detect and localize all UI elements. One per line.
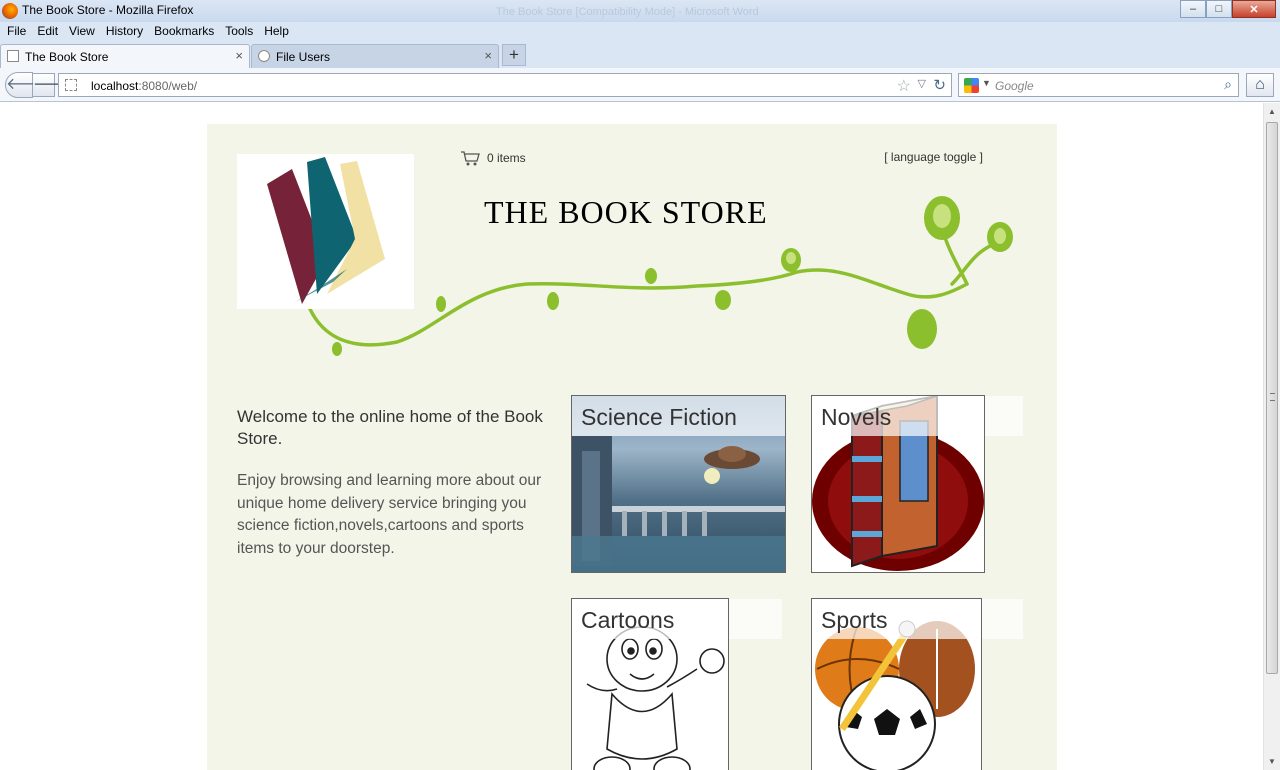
url-bar[interactable]: localhost:8080/web/ ☆ ▽ ↻ — [58, 73, 952, 97]
navigation-bar: 🡐 🡒 localhost:8080/web/ ☆ ▽ ↻ ▼ Google ⌕… — [0, 68, 1280, 102]
search-input[interactable]: Google — [995, 79, 1034, 93]
search-bar[interactable]: ▼ Google ⌕ — [958, 73, 1239, 97]
store-header: 0 items [ language toggle ] THE BOOK STO… — [207, 124, 1027, 369]
category-label: Science Fiction — [581, 404, 737, 430]
scroll-grip-icon — [1270, 393, 1275, 401]
tab-label: The Book Store — [25, 50, 109, 64]
bookmark-star-icon[interactable]: ☆ — [897, 76, 911, 96]
history-dropdown-icon[interactable]: ▽ — [918, 77, 926, 90]
vertical-scrollbar[interactable]: ▲ ▼ — [1263, 103, 1280, 770]
label-band-extension — [982, 599, 1023, 639]
back-button[interactable]: 🡐 — [5, 72, 49, 98]
firefox-icon — [2, 3, 18, 19]
minimize-button[interactable]: ‒ — [1180, 0, 1206, 18]
maximize-button[interactable]: □ — [1206, 0, 1232, 18]
url-host: localhost — [91, 79, 139, 93]
new-tab-button[interactable]: + — [502, 44, 526, 66]
page-viewport: 0 items [ language toggle ] THE BOOK STO… — [0, 103, 1263, 770]
close-window-button[interactable]: ✕ — [1232, 0, 1276, 18]
scrollbar-thumb[interactable] — [1266, 122, 1278, 674]
tab-file-users[interactable]: File Users × — [251, 44, 499, 68]
page-icon — [258, 50, 270, 62]
store-page: 0 items [ language toggle ] THE BOOK STO… — [207, 124, 1057, 770]
label-band-extension — [985, 396, 1023, 436]
url-text[interactable]: localhost:8080/web/ — [91, 79, 197, 93]
site-identity-icon[interactable] — [65, 79, 77, 91]
category-science-fiction[interactable]: Science Fiction — [571, 395, 786, 573]
menu-bar: File Edit View History Bookmarks Tools H… — [0, 22, 1280, 42]
window-title: The Book Store - Mozilla Firefox — [22, 3, 194, 17]
tab-book-store[interactable]: The Book Store × — [0, 44, 250, 68]
home-button[interactable]: ⌂ — [1246, 73, 1274, 97]
forward-button[interactable]: 🡒 — [33, 73, 73, 97]
search-engine-dropdown-icon[interactable]: ▼ — [982, 78, 991, 88]
menu-view[interactable]: View — [65, 22, 99, 42]
search-go-icon[interactable]: ⌕ — [1224, 76, 1232, 93]
menu-tools[interactable]: Tools — [221, 22, 257, 42]
category-label: Novels — [821, 404, 892, 430]
menu-file[interactable]: File — [3, 22, 30, 42]
close-tab-icon[interactable]: × — [484, 48, 492, 63]
menu-help[interactable]: Help — [260, 22, 293, 42]
google-icon[interactable] — [964, 78, 979, 93]
cart-count: 0 items — [487, 151, 526, 165]
language-toggle-link[interactable]: [ language toggle ] — [884, 150, 983, 164]
category-sports[interactable]: Sports — [811, 598, 982, 770]
scroll-down-icon[interactable]: ▼ — [1264, 753, 1280, 770]
shopping-cart-icon — [461, 151, 480, 166]
intro-text: Enjoy browsing and learning more about o… — [237, 472, 542, 557]
close-tab-icon[interactable]: × — [235, 48, 243, 63]
store-logo[interactable] — [237, 154, 414, 309]
tab-label: File Users — [276, 50, 331, 64]
category-novels[interactable]: Novels — [811, 395, 985, 573]
menu-bookmarks[interactable]: Bookmarks — [150, 22, 218, 42]
menu-edit[interactable]: Edit — [33, 22, 62, 42]
welcome-heading: Welcome to the online home of the Book S… — [237, 407, 543, 448]
category-label: Sports — [821, 607, 888, 633]
tab-strip: The Book Store × File Users × + — [0, 42, 1280, 68]
reload-icon[interactable]: ↻ — [933, 76, 946, 94]
page-icon — [7, 50, 19, 62]
scroll-up-icon[interactable]: ▲ — [1264, 103, 1280, 120]
menu-history[interactable]: History — [102, 22, 147, 42]
category-label: Cartoons — [581, 607, 675, 633]
book-logo-icon — [267, 157, 385, 304]
background-window-title: The Book Store [Compatibility Mode] - Mi… — [496, 6, 759, 18]
url-path: :8080/web/ — [138, 79, 198, 93]
label-band-extension — [729, 599, 782, 639]
category-cartoons[interactable]: Cartoons — [571, 598, 729, 770]
cart-summary[interactable]: 0 items — [460, 150, 526, 166]
store-title: THE BOOK STORE — [484, 194, 768, 230]
window-titlebar: The Book Store - Mozilla Firefox The Boo… — [0, 0, 1280, 22]
